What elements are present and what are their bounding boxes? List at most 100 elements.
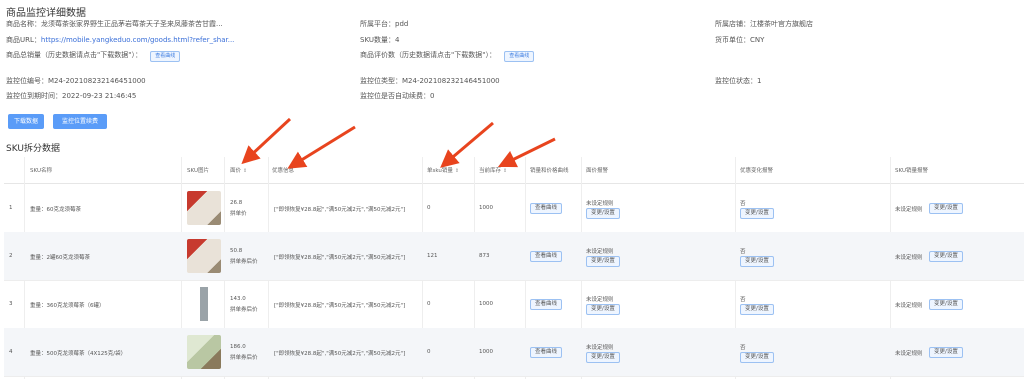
- sales-alert-status: 未设定规则: [895, 303, 923, 309]
- sku-table: SKU名称 SKU图片 面价 ⇕ 优惠信息 单sku销量 ⇕ 当前库存 ⇕ 销量和价格…: [4, 157, 1024, 379]
- header-promo: 优惠信息: [272, 168, 295, 174]
- monitor-id-field: 监控位编号：M24-202108232146451000: [6, 76, 146, 86]
- promo-alert-set-button[interactable]: 变更/设置: [740, 208, 774, 219]
- renew-monitor-button[interactable]: 监控位置续费: [53, 114, 107, 129]
- sku-price-note: 拼单价: [230, 211, 247, 217]
- sku-price: 143.0: [230, 296, 246, 302]
- header-price[interactable]: 面价 ⇕: [230, 166, 247, 174]
- table-header: SKU名称 SKU图片 面价 ⇕ 优惠信息 单sku销量 ⇕ 当前库存 ⇕ 销量和价格…: [4, 157, 1024, 184]
- row-index: 4: [9, 349, 13, 355]
- monitor-type-value: M24-202108232146451000: [402, 77, 500, 85]
- monitor-status-value: 1: [757, 77, 762, 85]
- sku-sales: 121: [427, 253, 438, 259]
- table-row: 4 重量：500克龙须莓茶（4X125克/袋） 186.0 拼单券后价 ["即领…: [4, 328, 1024, 377]
- promo-alert-set-button[interactable]: 变更/设置: [740, 304, 774, 315]
- currency-field: 货币单位：CNY: [715, 35, 764, 45]
- download-data-button[interactable]: 下载数据: [8, 114, 44, 129]
- header-price-alert: 面价报警: [586, 168, 609, 174]
- sku-thumbnail: [187, 335, 221, 369]
- price-alert-set-button[interactable]: 变更/设置: [586, 352, 620, 363]
- currency-label: 货币单位：: [715, 36, 750, 44]
- sort-icon[interactable]: ⇕: [455, 168, 459, 174]
- header-promo-alert: 优惠变化报警: [740, 168, 774, 174]
- sales-alert-set-button[interactable]: 变更/设置: [929, 203, 963, 214]
- reviews-label: 商品评价数（历史数据请点击"下载数据"）：: [360, 51, 496, 59]
- promo-alert-status: 否: [740, 345, 746, 351]
- promo-alert-status: 否: [740, 297, 746, 303]
- view-curve-button[interactable]: 查看曲线: [530, 347, 563, 358]
- auto-renew-field: 监控位是否自动续费：0: [360, 91, 434, 101]
- monitor-type-field: 监控位类型：M24-202108232146451000: [360, 76, 500, 86]
- monitor-id-label: 监控位编号：: [6, 77, 48, 85]
- goods-name-label: 商品名称：: [6, 20, 41, 28]
- price-alert-set-button[interactable]: 变更/设置: [586, 304, 620, 315]
- sku-name: 重量：2罐60克龙须莓茶: [30, 255, 90, 261]
- row-index: 2: [9, 253, 13, 259]
- sales-alert-set-button[interactable]: 变更/设置: [929, 347, 963, 358]
- reviews-field: 商品评价数（历史数据请点击"下载数据"）： 查看曲线: [360, 50, 535, 62]
- header-sku-image: SKU图片: [187, 168, 209, 174]
- store-value: 江楼茶叶官方旗舰店: [750, 20, 813, 28]
- sku-price: 50.8: [230, 248, 243, 254]
- sku-thumbnail: [187, 287, 221, 321]
- sort-icon[interactable]: ⇕: [243, 168, 247, 174]
- sales-alert-set-button[interactable]: 变更/设置: [929, 299, 963, 310]
- sku-stock: 873: [479, 253, 490, 259]
- price-alert-status: 未设定规则: [586, 201, 614, 207]
- goods-name-value: 龙须莓茶张家界野生正品茅岩莓茶天子圣来凤藤茶苦甘霞...: [41, 20, 223, 28]
- monitor-status-label: 监控位状态：: [715, 77, 757, 85]
- view-curve-button[interactable]: 查看曲线: [530, 299, 563, 310]
- promo-alert-set-button[interactable]: 变更/设置: [740, 352, 774, 363]
- row-index: 3: [9, 301, 13, 307]
- promo-alert-set-button[interactable]: 变更/设置: [740, 256, 774, 267]
- sort-icon[interactable]: ⇕: [503, 168, 507, 174]
- sku-stock: 1000: [479, 205, 493, 211]
- sku-count-label: SKU数量：: [360, 36, 395, 44]
- sku-name: 重量：60克龙须莓茶: [30, 207, 81, 213]
- platform-field: 所属平台：pdd: [360, 19, 408, 29]
- sales-alert-status: 未设定规则: [895, 207, 923, 213]
- price-alert-status: 未设定规则: [586, 297, 614, 303]
- promo-alert-status: 否: [740, 201, 746, 207]
- sku-promo: ["即领恢复¥28.8起","满50元减2元","满50元减2元"]: [274, 303, 406, 309]
- price-alert-set-button[interactable]: 变更/设置: [586, 208, 620, 219]
- row-index: 1: [9, 205, 13, 211]
- table-row: 3 重量：360克龙须莓茶（6罐） 143.0 拼单券后价 ["即领恢复¥28.…: [4, 280, 1024, 329]
- monitor-type-label: 监控位类型：: [360, 77, 402, 85]
- page-title: 商品监控详细数据: [6, 8, 86, 19]
- header-curve: 销量和价格曲线: [530, 168, 569, 174]
- sku-price-note: 拼单券后价: [230, 307, 258, 313]
- header-sku-name: SKU名称: [30, 168, 52, 174]
- sku-price: 186.0: [230, 344, 246, 350]
- view-curve-button[interactable]: 查看曲线: [530, 203, 563, 214]
- header-sales[interactable]: 单sku销量 ⇕: [427, 166, 459, 174]
- promo-alert-status: 否: [740, 249, 746, 255]
- monitor-id-value: M24-202108232146451000: [48, 77, 146, 85]
- expire-label: 监控位到期时间：: [6, 92, 62, 100]
- reviews-curve-button[interactable]: 查看曲线: [504, 51, 535, 62]
- sku-promo: ["即领恢复¥28.8起","满50元减2元","满50元减2元"]: [274, 255, 406, 261]
- sku-sales: 0: [427, 349, 431, 355]
- sku-name: 重量：500克龙须莓茶（4X125克/袋）: [30, 351, 127, 357]
- header-stock[interactable]: 当前库存 ⇕: [479, 166, 507, 174]
- sku-stock: 1000: [479, 349, 493, 355]
- sku-promo: ["即领恢复¥28.8起","满50元减2元","满50元减2元"]: [274, 351, 406, 357]
- goods-url-link[interactable]: https://mobile.yangkeduo.com/goods.html?…: [41, 36, 235, 44]
- auto-renew-label: 监控位是否自动续费：: [360, 92, 430, 100]
- sku-sales: 0: [427, 301, 431, 307]
- sku-thumbnail: [187, 191, 221, 225]
- auto-renew-value: 0: [430, 92, 435, 100]
- total-sales-field: 商品总销量（历史数据请点击"下载数据"）： 查看曲线: [6, 50, 181, 62]
- sales-alert-set-button[interactable]: 变更/设置: [929, 251, 963, 262]
- sku-promo: ["即领恢复¥28.8起","满50元减2元","满50元减2元"]: [274, 207, 406, 213]
- price-alert-status: 未设定规则: [586, 249, 614, 255]
- header-sales-alert: SKU销量报警: [895, 168, 928, 174]
- total-sales-curve-button[interactable]: 查看曲线: [150, 51, 181, 62]
- table-row: 1 重量：60克龙须莓茶 26.8 拼单价 ["即领恢复¥28.8起","满50…: [4, 184, 1024, 233]
- url-field: 商品URL：https://mobile.yangkeduo.com/goods…: [6, 35, 234, 45]
- view-curve-button[interactable]: 查看曲线: [530, 251, 563, 262]
- annotation-arrow: [241, 117, 292, 165]
- sku-name: 重量：360克龙须莓茶（6罐）: [30, 303, 105, 309]
- sales-alert-status: 未设定规则: [895, 351, 923, 357]
- price-alert-set-button[interactable]: 变更/设置: [586, 256, 620, 267]
